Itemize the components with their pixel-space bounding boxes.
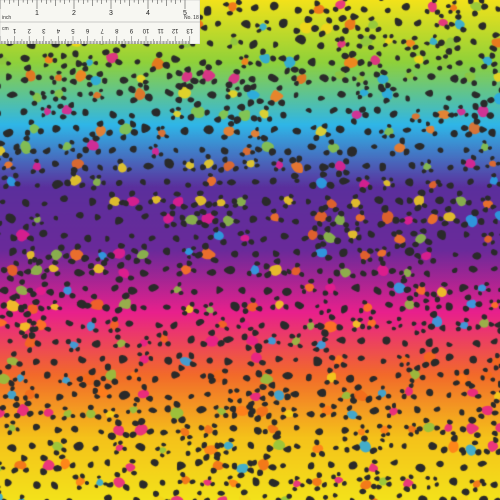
ruler-inch-label: 3: [109, 10, 113, 17]
ruler-unit-cm: cm: [2, 26, 9, 32]
ruler-cm-label: 11: [157, 27, 164, 33]
ruler-inch-label: 1: [35, 10, 39, 17]
rainbow-leopard-fabric: [0, 0, 500, 500]
ruler-cm-label: 10: [142, 27, 149, 33]
ruler-unit-inch: inch: [2, 15, 11, 21]
measuring-ruler: 1 2 3 4 51 2 3 4 5 6 7 8 9 10 11 12 13 inch cm No. 18: [0, 0, 200, 44]
ruler-cm-label: 12: [171, 27, 178, 33]
ruler-inch-label: 2: [72, 10, 76, 17]
ruler-cm-label: 13: [186, 27, 193, 33]
ruler-inch-label: 4: [146, 10, 150, 17]
swatch-number: No. 18: [184, 15, 199, 21]
